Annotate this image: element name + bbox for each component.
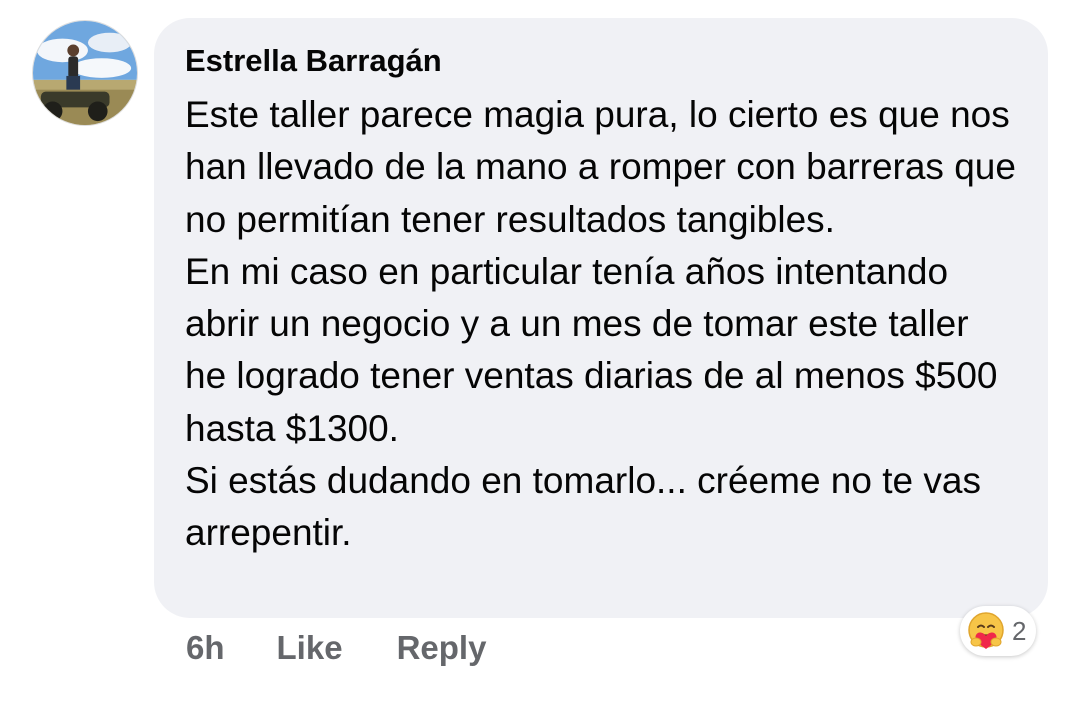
comment-paragraph: Este taller parece magia pura, lo cierto…	[185, 94, 1016, 240]
avatar-photo	[33, 21, 137, 125]
like-button[interactable]: Like	[277, 629, 343, 667]
comment-paragraph: Si estás dudando en tomarlo... créeme no…	[185, 460, 981, 554]
avatar[interactable]	[32, 20, 138, 126]
comment-author[interactable]: Estrella Barragán	[185, 40, 1018, 82]
comment-bubble: Estrella Barragán Este taller parece mag…	[154, 18, 1048, 618]
reaction-summary[interactable]: 2	[960, 606, 1037, 656]
comment-body: Este taller parece magia pura, lo cierto…	[185, 89, 1018, 560]
comment-actions: 6h Like Reply	[186, 625, 486, 671]
comment-timestamp[interactable]: 6h	[186, 629, 225, 667]
care-hug-emoji-icon	[968, 612, 1004, 649]
comment-paragraph: En mi caso en particular tenía años inte…	[185, 250, 998, 449]
reaction-count: 2	[1012, 615, 1027, 646]
reply-button[interactable]: Reply	[397, 629, 487, 667]
